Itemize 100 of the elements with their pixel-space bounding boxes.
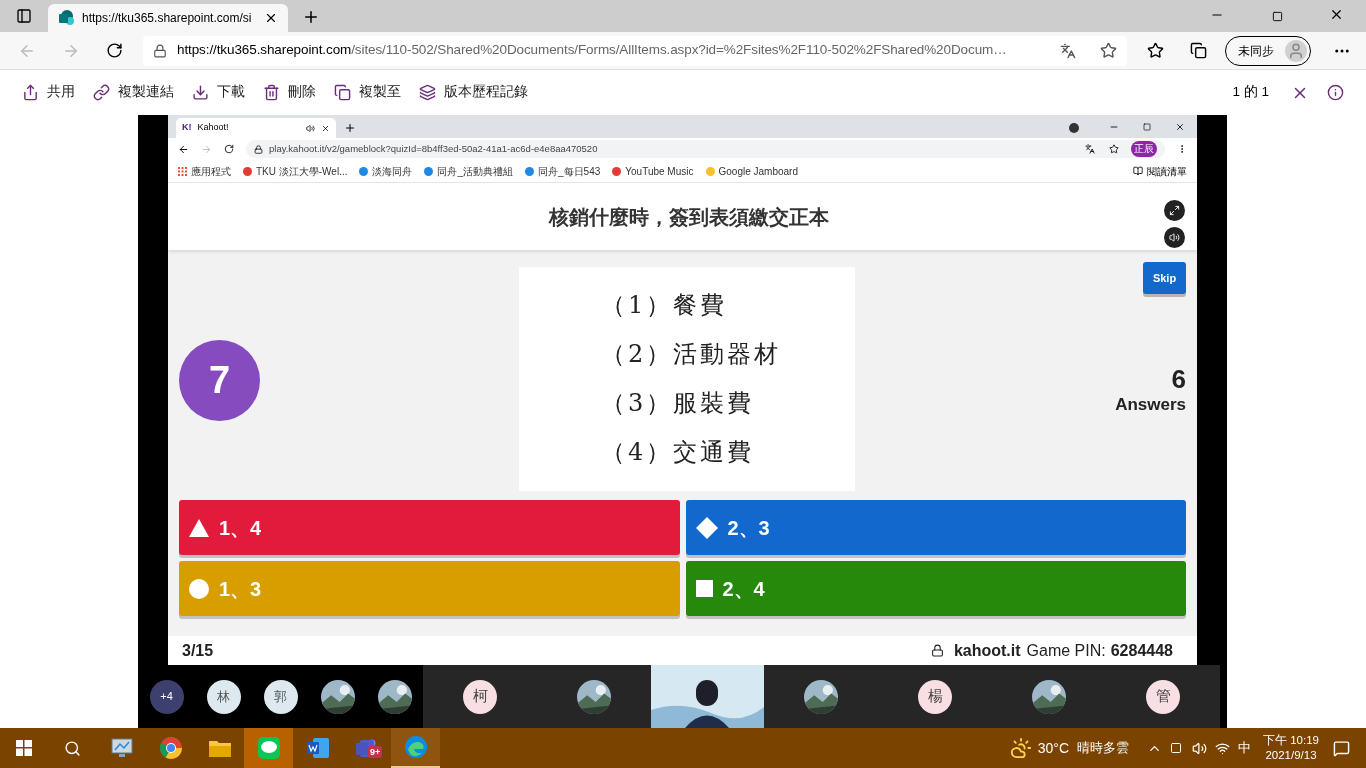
- tab-actions-icon[interactable]: [16, 8, 32, 24]
- refresh-icon[interactable]: [224, 144, 234, 154]
- lock-icon: [153, 43, 167, 58]
- address-bar[interactable]: play.kahoot.it/v2/gameblock?quizId=8b4ff3ed-50a2-41a1-ac6d-e4e8aa470520 正辰: [246, 140, 1165, 158]
- participant-avatar: 郭: [263, 679, 298, 714]
- option-label: 2、4: [722, 576, 765, 602]
- address-bar[interactable]: https://tku365.sharepoint.com/sites/110-502/Shared%20Documents/Forms/AllItems.aspx?id=%2Fsites%2F110-502%2FShared%20Docum…: [143, 35, 1127, 66]
- browser-app-icon[interactable]: [159, 737, 182, 759]
- favorites-icon[interactable]: [1147, 42, 1164, 59]
- reading-list-icon: [1133, 166, 1143, 176]
- delete-icon: [263, 84, 280, 101]
- bookmark-item[interactable]: YouTube Music: [612, 163, 694, 179]
- close-tab-icon[interactable]: [321, 123, 330, 133]
- lock-icon: [254, 144, 263, 154]
- copy-icon: [334, 84, 351, 101]
- close-tab-icon[interactable]: [264, 11, 278, 25]
- bookmark-icon: [424, 166, 434, 176]
- bookmark-item[interactable]: 同舟_每日543: [525, 163, 601, 179]
- url-text: play.kahoot.it/v2/gameblock?quizId=8b4ff3ed-50a2-41a1-ac6d-e4e8aa470520: [269, 141, 599, 156]
- image-text-line: （4）交通費: [601, 437, 756, 468]
- browser-tab[interactable]: K! Kahoot!: [176, 118, 336, 138]
- toolbar-button[interactable]: 共用: [22, 82, 75, 103]
- close-icon[interactable]: [1329, 7, 1344, 22]
- back-icon[interactable]: [178, 143, 189, 155]
- skip-button[interactable]: Skip: [1143, 262, 1186, 294]
- pin-label: Game PIN:: [1026, 640, 1106, 661]
- more-participants-badge[interactable]: +4: [149, 679, 184, 714]
- page-counter: 1 的 1: [1232, 83, 1269, 102]
- new-tab-icon[interactable]: [302, 8, 320, 26]
- bookmark-item[interactable]: 淡海同舟: [359, 163, 413, 179]
- question-title: 核銷什麼時，簽到表須繳交正本: [547, 204, 830, 230]
- bookmark-item[interactable]: TKU 淡江大學-Wel...: [243, 163, 348, 179]
- add-favorite-icon[interactable]: [1100, 42, 1117, 59]
- weather-icon[interactable]: [1009, 737, 1032, 759]
- kahoot-logo-icon: K!: [182, 121, 192, 135]
- refresh-icon[interactable]: [106, 42, 123, 59]
- close-icon[interactable]: [1175, 122, 1185, 132]
- notification-badge: 9+: [368, 746, 383, 758]
- wifi-icon[interactable]: [1215, 740, 1230, 756]
- translate-icon[interactable]: [1085, 144, 1095, 154]
- time: 下午 10:19: [1263, 733, 1319, 748]
- tab-title: https://tku365.sharepoint.com/si: [82, 10, 253, 27]
- countdown-timer: 7: [179, 339, 260, 421]
- bookmark-item[interactable]: Google Jamboard: [705, 163, 798, 179]
- temperature[interactable]: 30°C: [1037, 737, 1069, 759]
- circle-icon: [189, 578, 209, 599]
- collections-icon[interactable]: [1190, 42, 1207, 59]
- toolbar-button[interactable]: 下載: [192, 82, 245, 103]
- expand-icon: [1169, 204, 1180, 216]
- question-counter: 3/15: [182, 640, 214, 661]
- participant-avatar: 管: [1146, 679, 1180, 714]
- toolbar-button[interactable]: 刪除: [263, 82, 316, 103]
- answers-label: Answers: [1115, 394, 1186, 416]
- maximize-icon[interactable]: [1143, 123, 1151, 131]
- document-app-icon[interactable]: [306, 737, 329, 759]
- option-label: 2、3: [727, 515, 770, 541]
- fullscreen-button[interactable]: [1164, 199, 1185, 221]
- new-tab-icon[interactable]: [344, 122, 356, 134]
- bookmark-icon: [525, 166, 535, 176]
- bookmark-icon: [243, 166, 252, 176]
- profile-avatar[interactable]: 正辰: [1131, 141, 1157, 157]
- reading-list-button[interactable]: 閱讀清單: [1133, 163, 1187, 179]
- apps-grid-icon: [178, 166, 187, 176]
- weather-text[interactable]: 晴時多雲: [1077, 738, 1129, 758]
- answer-option[interactable]: 2、4: [685, 561, 1186, 616]
- notifications-icon[interactable]: [1333, 739, 1350, 757]
- input-method-indicator[interactable]: 中: [1238, 738, 1251, 758]
- image-text-line: （3）服裝費: [601, 388, 756, 419]
- bookmark-item[interactable]: 應用程式: [178, 163, 231, 179]
- toolbar-button[interactable]: 複製至: [334, 82, 401, 103]
- participant-avatar: 楊: [918, 679, 952, 714]
- info-icon[interactable]: [1327, 84, 1344, 101]
- sound-button[interactable]: [1164, 226, 1185, 248]
- answer-option[interactable]: 2、3: [685, 500, 1186, 555]
- toolbar-button[interactable]: 複製連結: [93, 82, 174, 103]
- tab-title: Kahoot!: [197, 121, 230, 135]
- clock[interactable]: 下午 10:19 2021/9/13: [1263, 733, 1319, 763]
- history-icon: [419, 84, 436, 101]
- avatar-icon: [1285, 39, 1307, 62]
- sound-icon: [306, 123, 315, 133]
- maximize-icon[interactable]: [1272, 11, 1283, 22]
- monitor-app-icon[interactable]: [110, 738, 133, 758]
- share-icon: [22, 84, 39, 101]
- toolbar-button[interactable]: 版本歷程記錄: [419, 82, 528, 103]
- search-icon[interactable]: [64, 739, 81, 757]
- bookmark-icon[interactable]: [1109, 144, 1119, 154]
- windows-logo-icon[interactable]: [16, 740, 32, 756]
- bookmark-item[interactable]: 同舟_活動典禮組: [424, 163, 514, 179]
- lock-icon: [930, 644, 944, 657]
- browser-tab[interactable]: https://tku365.sharepoint.com/si: [48, 4, 288, 32]
- square-icon: [695, 580, 713, 597]
- chat-app-icon[interactable]: [257, 737, 280, 759]
- folder-icon[interactable]: [208, 739, 231, 757]
- answer-option[interactable]: 1、4: [179, 500, 680, 555]
- game-pin: 6284448: [1110, 640, 1173, 661]
- download-icon: [192, 84, 209, 101]
- option-label: 1、4: [219, 515, 262, 541]
- volume-icon[interactable]: [1192, 740, 1207, 756]
- bookmark-icon: [359, 166, 369, 176]
- date: 2021/9/13: [1265, 748, 1317, 763]
